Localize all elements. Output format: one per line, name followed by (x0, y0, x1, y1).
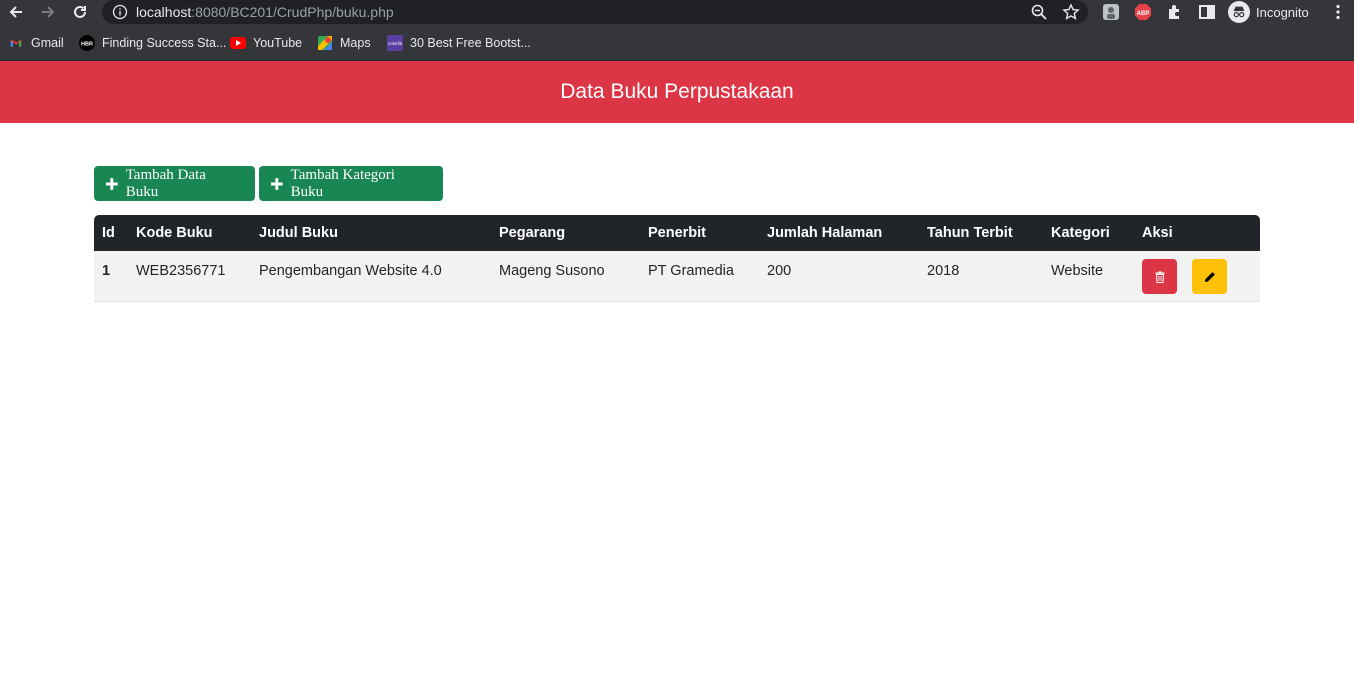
pencil-icon (1204, 271, 1215, 282)
bookmarks-bar: Gmail HBR Finding Success Sta... YouTube… (0, 26, 1354, 61)
column-header-aksi: Aksi (1142, 225, 1173, 241)
plus-icon (106, 177, 118, 190)
bookmark-label: Finding Success Sta... (102, 36, 227, 50)
cell-kategori: Website (1051, 263, 1104, 279)
maps-icon (317, 35, 333, 51)
reload-button[interactable] (67, 0, 93, 24)
incognito-label: Incognito (1256, 4, 1309, 20)
column-header-kategori: Kategori (1051, 225, 1110, 241)
bookmark-label: Maps (340, 36, 371, 50)
column-header-penerbit: Penerbit (648, 225, 707, 241)
url-host: localhost (136, 4, 192, 20)
books-table: Id Kode Buku Judul Buku Pegarang Penerbi… (94, 215, 1260, 302)
cell-kode-buku: WEB2356771 (136, 263, 226, 279)
column-header-kode-buku: Kode Buku (136, 225, 213, 241)
page-header: Data Buku Perpustakaan (0, 61, 1354, 123)
bookmark-maps[interactable]: Maps (317, 35, 371, 51)
plus-icon (271, 177, 283, 190)
bookmark-colorlib[interactable]: colorlib 30 Best Free Bootst... (387, 35, 531, 51)
svg-text:ABP: ABP (1137, 11, 1150, 17)
cell-id: 1 (102, 263, 111, 279)
column-header-pengarang: Pegarang (499, 225, 566, 241)
adblock-plus-icon[interactable]: ABP (1134, 3, 1152, 21)
youtube-icon (230, 35, 246, 51)
bookmark-label: Gmail (31, 36, 64, 50)
hbr-icon: HBR (79, 35, 95, 51)
svg-text:HBR: HBR (81, 42, 93, 48)
url-text[interactable]: localhost:8080/BC201/CrudPhp/buku.php (136, 4, 394, 20)
page-title: Data Buku Perpustakaan (560, 80, 794, 103)
incognito-icon (1228, 1, 1250, 23)
column-header-jumlah-halaman: Jumlah Halaman (767, 225, 883, 241)
add-book-button[interactable]: Tambah Data Buku (94, 166, 255, 201)
info-icon[interactable] (112, 4, 128, 20)
incognito-profile[interactable]: Incognito (1228, 0, 1309, 24)
add-category-button[interactable]: Tambah Kategori Buku (259, 166, 443, 201)
bookmark-label: 30 Best Free Bootst... (410, 36, 531, 50)
forward-button[interactable] (35, 0, 61, 24)
column-header-id: Id (102, 225, 115, 241)
arrow-left-icon (9, 6, 22, 18)
gmail-icon (8, 35, 24, 51)
star-icon[interactable] (1062, 3, 1080, 21)
add-book-label: Tambah Data Buku (125, 166, 206, 200)
colorlib-icon: colorlib (387, 35, 403, 51)
url-path: :8080/BC201/CrudPhp/buku.php (191, 4, 394, 20)
table-header: Id Kode Buku Judul Buku Pegarang Penerbi… (94, 215, 1260, 251)
bookmark-gmail[interactable]: Gmail (8, 35, 64, 51)
bookmark-label: YouTube (253, 36, 303, 50)
table-row: 1 WEB2356771 Pengembangan Website 4.0 Ma… (94, 251, 1260, 302)
extension-puppet-icon[interactable] (1102, 3, 1120, 21)
kebab-menu-icon[interactable] (1330, 3, 1346, 21)
zoom-icon[interactable] (1030, 3, 1048, 21)
svg-text:colorlib: colorlib (388, 41, 403, 46)
cell-judul-buku: Pengembangan Website 4.0 (259, 263, 442, 279)
cell-jumlah-halaman: 200 (767, 263, 792, 279)
address-bar[interactable]: localhost:8080/BC201/CrudPhp/buku.php (102, 0, 1088, 24)
add-category-label: Tambah Kategori Buku (290, 166, 395, 200)
edit-button[interactable] (1192, 259, 1227, 294)
cell-penerbit: PT Gramedia (648, 263, 734, 279)
bookmark-hbr[interactable]: HBR Finding Success Sta... (79, 35, 226, 51)
side-panel-icon[interactable] (1198, 3, 1216, 21)
cell-pengarang: Mageng Susono (499, 263, 605, 279)
cell-tahun-terbit: 2018 (927, 263, 960, 279)
column-header-tahun-terbit: Tahun Terbit (927, 225, 1013, 241)
back-button[interactable] (3, 0, 29, 24)
trash-icon (1155, 270, 1164, 283)
browser-toolbar: localhost:8080/BC201/CrudPhp/buku.php AB… (0, 0, 1354, 26)
arrow-right-icon (42, 6, 55, 18)
reload-icon (74, 5, 86, 18)
column-header-judul-buku: Judul Buku (259, 225, 338, 241)
puzzle-icon[interactable] (1166, 3, 1184, 21)
delete-button[interactable] (1142, 259, 1177, 294)
bookmark-youtube[interactable]: YouTube (230, 35, 302, 51)
